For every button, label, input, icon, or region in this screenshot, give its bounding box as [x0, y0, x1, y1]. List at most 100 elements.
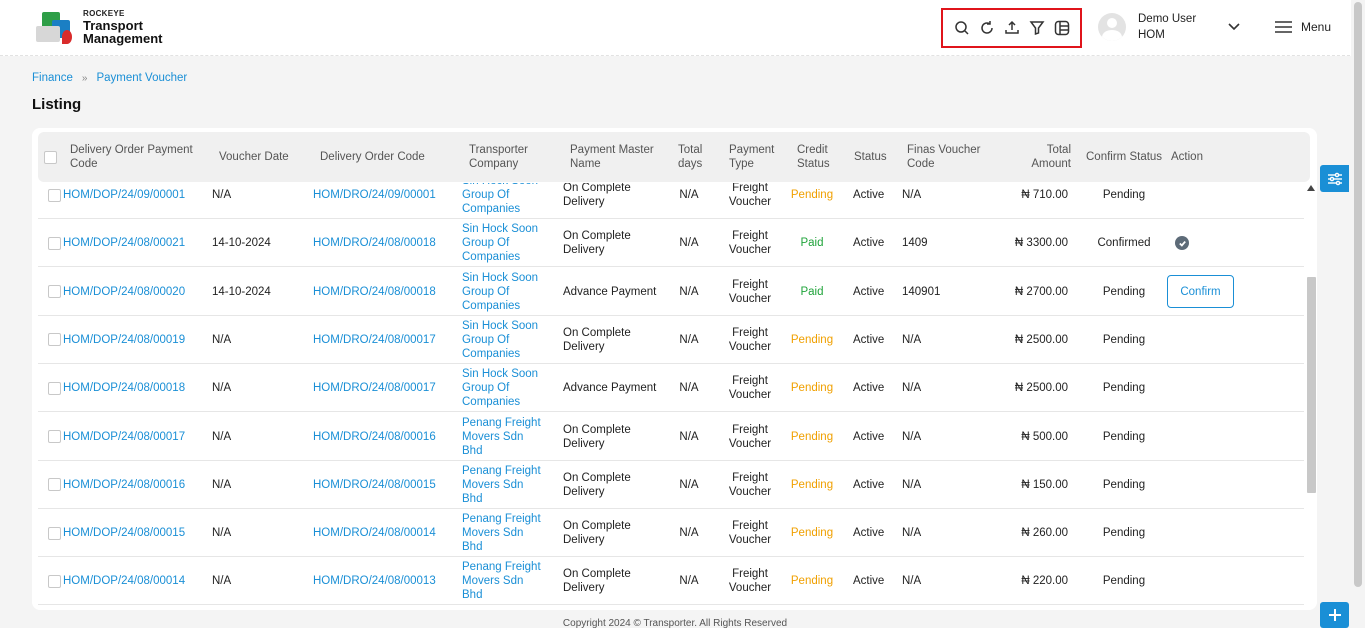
cell-confirm-status: Pending — [1102, 527, 1146, 540]
cell-transporter[interactable]: Penang Freight Movers Sdn Bhd — [462, 413, 546, 461]
cell-confirm-status: Pending — [1102, 430, 1146, 443]
user-profile[interactable]: Demo User HOM — [1098, 11, 1196, 43]
cell-transporter[interactable]: Sin Hock Soon Group Of Companies — [462, 316, 546, 364]
search-icon[interactable] — [953, 19, 971, 37]
header-finas[interactable]: Finas Voucher Code — [907, 132, 987, 182]
cell-code[interactable]: HOM/DOP/24/08/00016 — [63, 461, 185, 509]
columns-icon[interactable] — [1053, 19, 1071, 37]
cell-do-code[interactable]: HOM/DRO/24/08/00017 — [313, 316, 436, 364]
row-checkbox[interactable] — [48, 268, 61, 316]
cell-transporter[interactable]: Sin Hock Soon Group Of Companies — [462, 219, 546, 267]
row-checkbox[interactable] — [48, 557, 61, 605]
cell-payment-type: Freight Voucher — [728, 568, 772, 595]
cell-payment-type: Freight Voucher — [728, 326, 772, 353]
row-checkbox[interactable] — [48, 183, 61, 219]
cell-code[interactable]: HOM/DOP/24/08/00015 — [63, 509, 185, 557]
cell-total-days: N/A — [679, 575, 699, 588]
scroll-thumb[interactable] — [1307, 277, 1316, 493]
cell-credit-status: Pending — [790, 382, 834, 395]
page-scrollbar[interactable] — [1351, 0, 1365, 628]
cell-status: Active — [853, 189, 885, 201]
cell-code[interactable]: HOM/DOP/24/09/00001 — [63, 183, 185, 219]
cell-code[interactable]: HOM/DOP/24/08/00017 — [63, 413, 185, 461]
cell-credit-status: Paid — [800, 237, 824, 250]
cell-do-code[interactable]: HOM/DRO/24/09/00001 — [313, 183, 436, 219]
cell-do-code[interactable]: HOM/DRO/24/08/00016 — [313, 413, 436, 461]
cell-code[interactable]: HOM/DOP/24/08/00021 — [63, 219, 185, 267]
table-row[interactable]: HOM/DOP/24/08/00018 N/A HOM/DRO/24/08/0001… — [38, 364, 1304, 413]
chevron-down-icon[interactable] — [1228, 20, 1240, 32]
refresh-icon[interactable] — [978, 19, 996, 37]
cell-transporter[interactable]: Penang Freight Movers Sdn Bhd — [462, 461, 546, 509]
header-total-amount[interactable]: Total Amount — [1023, 132, 1071, 182]
row-checkbox[interactable] — [48, 364, 61, 412]
table-row[interactable]: HOM/DOP/24/08/00021 14-10-2024 HOM/DRO/24/… — [38, 219, 1304, 268]
cell-transporter[interactable]: Sin Hock Soon Group Of Companies — [462, 183, 546, 219]
listing-table: Delivery Order Payment Code Voucher Date… — [32, 128, 1317, 610]
cell-transporter[interactable]: Penang Freight Movers Sdn Bhd — [462, 509, 546, 557]
upload-icon[interactable] — [1003, 19, 1021, 37]
header-voucher-date[interactable]: Voucher Date — [219, 132, 289, 182]
confirm-button[interactable]: Confirm — [1167, 275, 1234, 309]
breadcrumb: Finance » Payment Voucher — [32, 72, 187, 84]
table-row[interactable]: HOM/DOP/24/08/00015 N/A HOM/DRO/24/08/0001… — [38, 509, 1304, 558]
cell-do-code[interactable]: HOM/DRO/24/08/00018 — [313, 219, 436, 267]
cell-transporter[interactable]: Penang Freight Movers Sdn Bhd — [462, 557, 546, 605]
header-payment-type[interactable]: Payment Type — [729, 132, 779, 182]
table-row[interactable]: HOM/DOP/24/08/00019 N/A HOM/DRO/24/08/0001… — [38, 316, 1304, 364]
cell-finas: N/A — [902, 527, 922, 540]
header-do-code[interactable]: Delivery Order Code — [320, 132, 425, 182]
cell-code[interactable]: HOM/DOP/24/08/00018 — [63, 364, 185, 412]
cell-do-code[interactable]: HOM/DRO/24/08/00018 — [313, 268, 436, 316]
cell-total-days: N/A — [679, 189, 699, 201]
table-row[interactable]: HOM/DOP/24/08/00016 N/A HOM/DRO/24/08/0001… — [38, 461, 1304, 509]
cell-code[interactable]: HOM/DOP/24/08/00014 — [63, 557, 185, 605]
row-checkbox[interactable] — [48, 219, 61, 267]
row-checkbox[interactable] — [48, 316, 61, 364]
table-row[interactable]: HOM/DOP/24/09/00001 N/A HOM/DRO/24/09/0000… — [38, 183, 1304, 219]
cell-status: Active — [853, 285, 885, 298]
header-transporter[interactable]: Transporter Company — [469, 132, 549, 182]
cell-payment-master: On Complete Delivery — [563, 520, 631, 547]
cell-do-code[interactable]: HOM/DRO/24/08/00014 — [313, 509, 436, 557]
cell-total-amount: ₦ 2700.00 — [1014, 285, 1068, 298]
header-status[interactable]: Status — [854, 132, 887, 182]
row-checkbox[interactable] — [48, 461, 61, 509]
breadcrumb-finance[interactable]: Finance — [32, 72, 73, 84]
cell-do-code[interactable]: HOM/DRO/24/08/00015 — [313, 461, 436, 509]
header-credit-status[interactable]: Credit Status — [797, 132, 842, 182]
cell-code[interactable]: HOM/DOP/24/08/00019 — [63, 316, 185, 364]
cell-payment-type: Freight Voucher — [728, 520, 772, 547]
filter-icon[interactable] — [1028, 19, 1046, 37]
menu-button[interactable]: Menu — [1275, 20, 1331, 34]
header-payment-master[interactable]: Payment Master Name — [570, 132, 665, 182]
cell-payment-type: Freight Voucher — [728, 230, 772, 257]
row-checkbox[interactable] — [48, 509, 61, 557]
select-all-checkbox[interactable] — [44, 132, 57, 182]
table-row[interactable]: HOM/DOP/24/08/00020 14-10-2024 HOM/DRO/24/… — [38, 268, 1304, 316]
table-scrollbar[interactable] — [1306, 183, 1316, 610]
scroll-up-icon[interactable] — [1306, 183, 1316, 193]
cell-transporter[interactable]: Sin Hock Soon Group Of Companies — [462, 268, 546, 316]
cell-finas: N/A — [902, 333, 922, 346]
table-row[interactable]: HOM/DOP/24/08/00014 N/A HOM/DRO/24/08/0001… — [38, 557, 1304, 606]
cell-credit-status: Pending — [790, 527, 834, 540]
row-checkbox[interactable] — [48, 413, 61, 461]
cell-credit-status: Pending — [790, 333, 834, 346]
cell-voucher-date: N/A — [212, 527, 232, 540]
cell-status: Active — [853, 478, 885, 491]
header-code[interactable]: Delivery Order Payment Code — [70, 132, 210, 182]
cell-transporter[interactable]: Sin Hock Soon Group Of Companies — [462, 364, 546, 412]
cell-total-amount: ₦ 150.00 — [1021, 478, 1068, 491]
breadcrumb-payment-voucher[interactable]: Payment Voucher — [96, 72, 187, 84]
cell-do-code[interactable]: HOM/DRO/24/08/00017 — [313, 364, 436, 412]
header-confirm-status[interactable]: Confirm Status — [1086, 132, 1162, 182]
cell-total-amount: ₦ 2500.00 — [1014, 333, 1068, 346]
cell-do-code[interactable]: HOM/DRO/24/08/00013 — [313, 557, 436, 605]
table-row[interactable]: HOM/DOP/24/08/00017 N/A HOM/DRO/24/08/0001… — [38, 413, 1304, 461]
column-settings-button[interactable] — [1320, 165, 1349, 192]
cell-code[interactable]: HOM/DOP/24/08/00020 — [63, 268, 185, 316]
app-logo[interactable]: ROCKEYE Transport Management — [36, 9, 162, 46]
header-total-days[interactable]: Total days — [678, 132, 718, 182]
avatar — [1098, 13, 1126, 41]
